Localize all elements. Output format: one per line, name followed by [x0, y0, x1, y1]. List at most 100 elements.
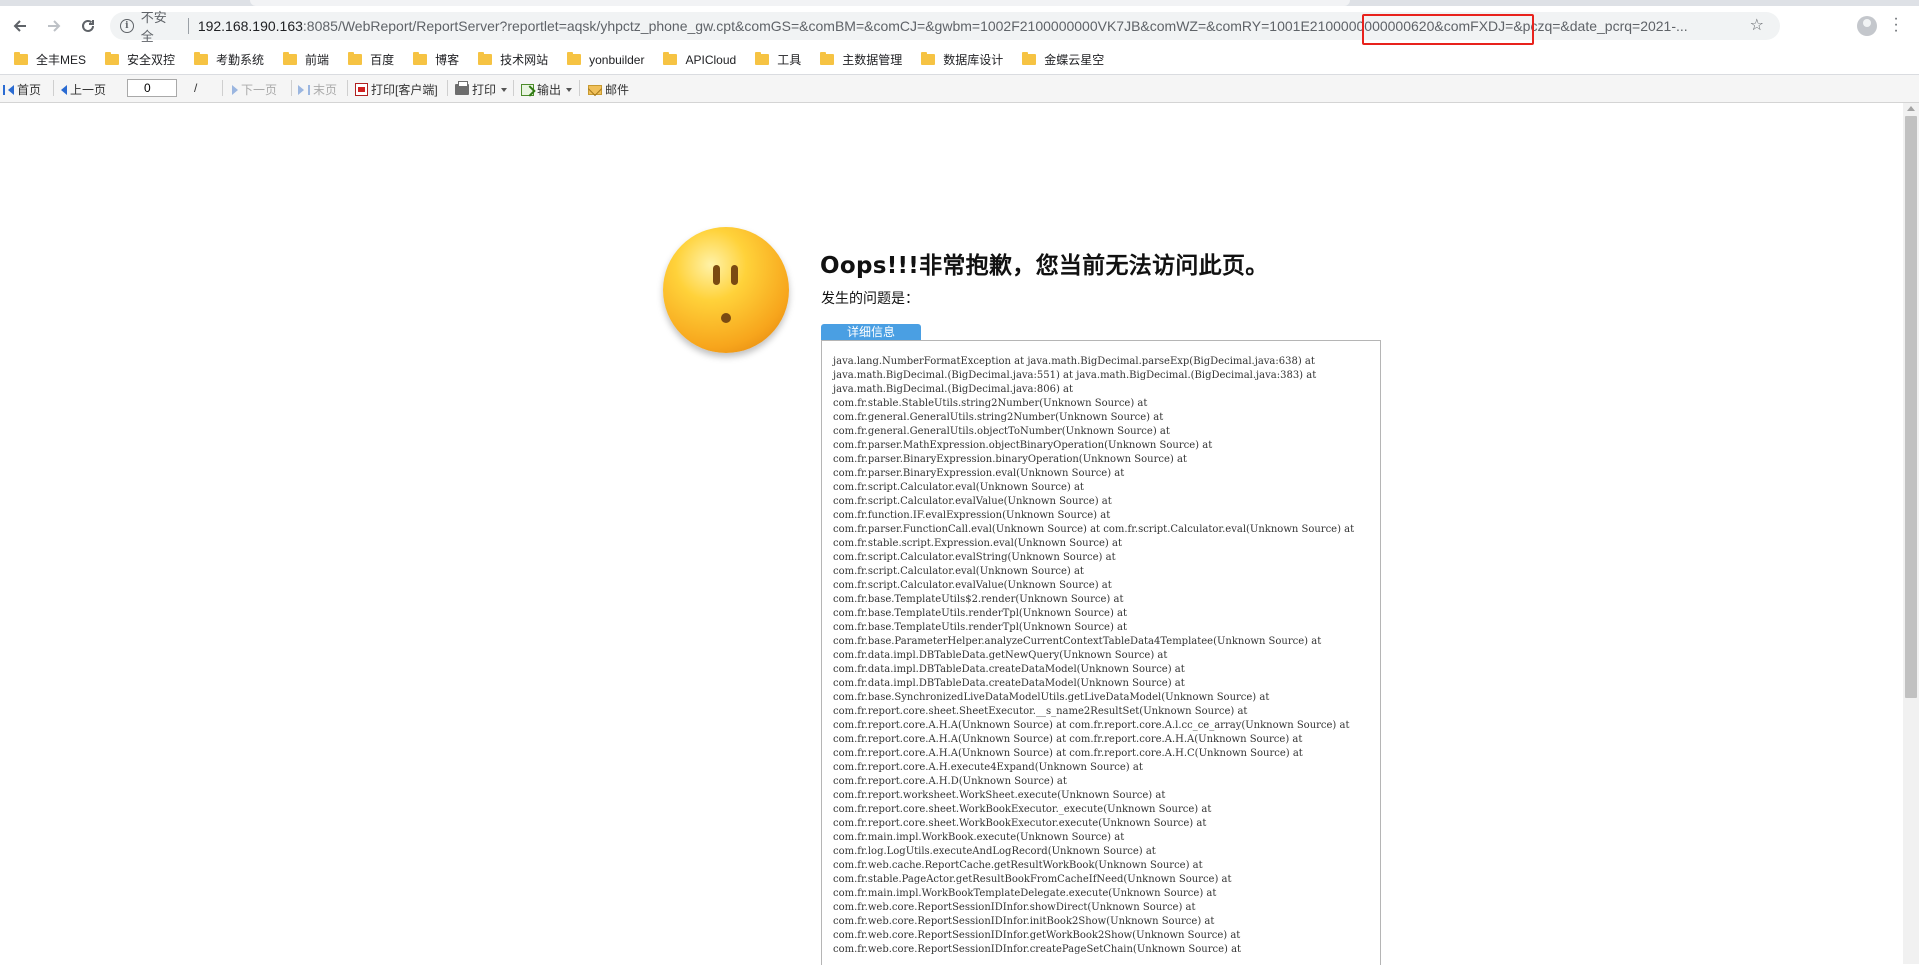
folder-icon — [663, 52, 678, 65]
bookmark-label: APICloud — [685, 52, 737, 67]
face-mouth — [721, 313, 731, 323]
export-button[interactable]: 输出 — [521, 81, 573, 98]
detail-info-tab[interactable]: 详细信息 — [821, 324, 921, 340]
folder-icon — [283, 52, 298, 65]
last-page-label: 末页 — [313, 83, 338, 97]
face-eye — [713, 265, 720, 285]
address-separator — [187, 18, 189, 34]
chevron-down-icon — [566, 87, 573, 92]
bookmark-item[interactable]: 工具 — [755, 51, 801, 68]
page-separator: / — [194, 81, 197, 95]
bookmark-item[interactable]: APICloud — [663, 52, 737, 67]
toolbar-divider — [53, 80, 54, 96]
url-text[interactable]: 192.168.190.163:8085/WebReport/ReportSer… — [198, 18, 1780, 34]
browser-toolbar: i 不安全 192.168.190.163:8085/WebReport/Rep… — [0, 6, 1919, 45]
bookmark-label: 工具 — [777, 53, 802, 67]
bookmark-item[interactable]: yonbuilder — [567, 52, 645, 67]
toolbar-divider — [579, 80, 580, 96]
browser-menu-icon[interactable]: · · · — [1893, 11, 1899, 39]
bookmark-item[interactable]: 数据库设计 — [921, 51, 1003, 68]
bookmark-label: 主数据管理 — [842, 53, 903, 67]
mail-label: 邮件 — [605, 83, 630, 97]
bookmark-item[interactable]: 全丰MES — [14, 51, 86, 68]
bookmark-label: 百度 — [370, 53, 395, 67]
bookmark-item[interactable]: 金蝶云星空 — [1022, 51, 1104, 68]
reload-button[interactable] — [74, 12, 102, 40]
highlight-annotation-box — [1362, 14, 1534, 45]
forward-button[interactable] — [40, 12, 68, 40]
bookmark-label: 安全双控 — [127, 53, 176, 67]
bookmark-label: 金蝶云星空 — [1044, 53, 1105, 67]
bookmark-item[interactable]: 考勤系统 — [194, 51, 264, 68]
page-separator-label: / — [194, 81, 198, 95]
first-page-button[interactable]: 首页 — [3, 81, 41, 98]
bookmark-label: 全丰MES — [36, 53, 87, 67]
chevron-down-icon — [501, 87, 508, 92]
prev-page-icon — [61, 84, 67, 95]
print-client-button[interactable]: 打印[客户端] — [355, 81, 438, 98]
pdf-print-icon — [355, 83, 368, 96]
info-icon[interactable]: i — [120, 19, 134, 33]
stack-trace-text: java.lang.NumberFormatException at java.… — [833, 356, 1355, 955]
url-host: 192.168.190.163 — [197, 18, 303, 34]
sad-face-icon — [663, 227, 789, 353]
bookmark-star-icon[interactable]: ☆ — [1750, 17, 1764, 35]
print-client-label: 打印[客户端] — [371, 83, 438, 97]
problem-label: 发生的问题是： — [821, 290, 919, 306]
folder-icon — [14, 52, 28, 65]
next-page-icon — [232, 84, 238, 95]
bookmarks-bar: 全丰MES 安全双控 考勤系统 前端 百度 博客 技术网站 yonbuilder… — [0, 45, 1919, 75]
printer-icon — [455, 81, 469, 95]
last-page-button[interactable]: 末页 — [298, 81, 337, 98]
bookmark-item[interactable]: 百度 — [348, 51, 394, 68]
bookmark-label: 考勤系统 — [216, 53, 265, 67]
bookmark-item[interactable]: 主数据管理 — [820, 51, 902, 68]
back-arrow-icon — [13, 19, 26, 32]
next-page-button[interactable]: 下一页 — [232, 81, 277, 98]
bookmark-label: 博客 — [435, 53, 460, 67]
profile-avatar-icon[interactable] — [1857, 16, 1877, 36]
folder-icon — [567, 52, 582, 65]
error-title: Oops!!!非常抱歉，您当前无法访问此页。 — [820, 253, 1269, 279]
export-label: 输出 — [537, 83, 562, 97]
prev-page-label: 上一页 — [70, 83, 107, 97]
report-toolbar: 首页 上一页 0 / 下一页 末页 打印[客户端] 打印 输出 邮件 — [0, 75, 1919, 103]
report-content: Oops!!!非常抱歉，您当前无法访问此页。 发生的问题是： 详细信息 java… — [0, 103, 1919, 965]
folder-icon — [921, 52, 936, 65]
mail-button[interactable]: 邮件 — [588, 81, 629, 98]
toolbar-divider — [222, 80, 223, 96]
folder-icon — [194, 52, 209, 65]
bookmark-item[interactable]: 安全双控 — [105, 51, 175, 68]
reload-icon — [82, 19, 94, 32]
not-secure-label: 不安全 — [140, 10, 167, 44]
scrollbar-thumb[interactable] — [1905, 116, 1917, 698]
first-page-arrow-icon — [8, 84, 14, 95]
stack-trace-panel: java.lang.NumberFormatException at java.… — [821, 340, 1381, 965]
export-icon — [521, 83, 534, 96]
bookmark-item[interactable]: 前端 — [283, 51, 329, 68]
page-scrollbar[interactable] — [1903, 103, 1919, 964]
bookmark-item[interactable]: 博客 — [413, 51, 459, 68]
print-button[interactable]: 打印 — [455, 81, 508, 98]
toolbar-divider — [291, 80, 292, 96]
first-page-label: 首页 — [17, 83, 42, 97]
bookmark-label: 前端 — [305, 53, 330, 67]
print-label: 打印 — [472, 83, 497, 97]
toolbar-divider — [447, 80, 448, 96]
folder-icon — [413, 52, 428, 65]
toolbar-divider — [513, 80, 514, 96]
folder-icon — [348, 52, 363, 65]
prev-page-button[interactable]: 上一页 — [61, 81, 106, 98]
scroll-up-icon[interactable] — [1907, 106, 1915, 111]
mail-icon — [588, 84, 602, 95]
page-number-input[interactable]: 0 — [127, 79, 177, 97]
folder-icon — [820, 52, 835, 65]
forward-arrow-icon — [48, 19, 61, 32]
last-page-icon — [308, 84, 310, 95]
back-button[interactable] — [6, 12, 34, 40]
folder-icon — [1022, 52, 1037, 65]
bookmark-label: yonbuilder — [589, 52, 645, 67]
bookmark-item[interactable]: 技术网站 — [478, 51, 548, 68]
next-page-label: 下一页 — [241, 83, 278, 97]
bookmark-label: 技术网站 — [500, 53, 549, 67]
